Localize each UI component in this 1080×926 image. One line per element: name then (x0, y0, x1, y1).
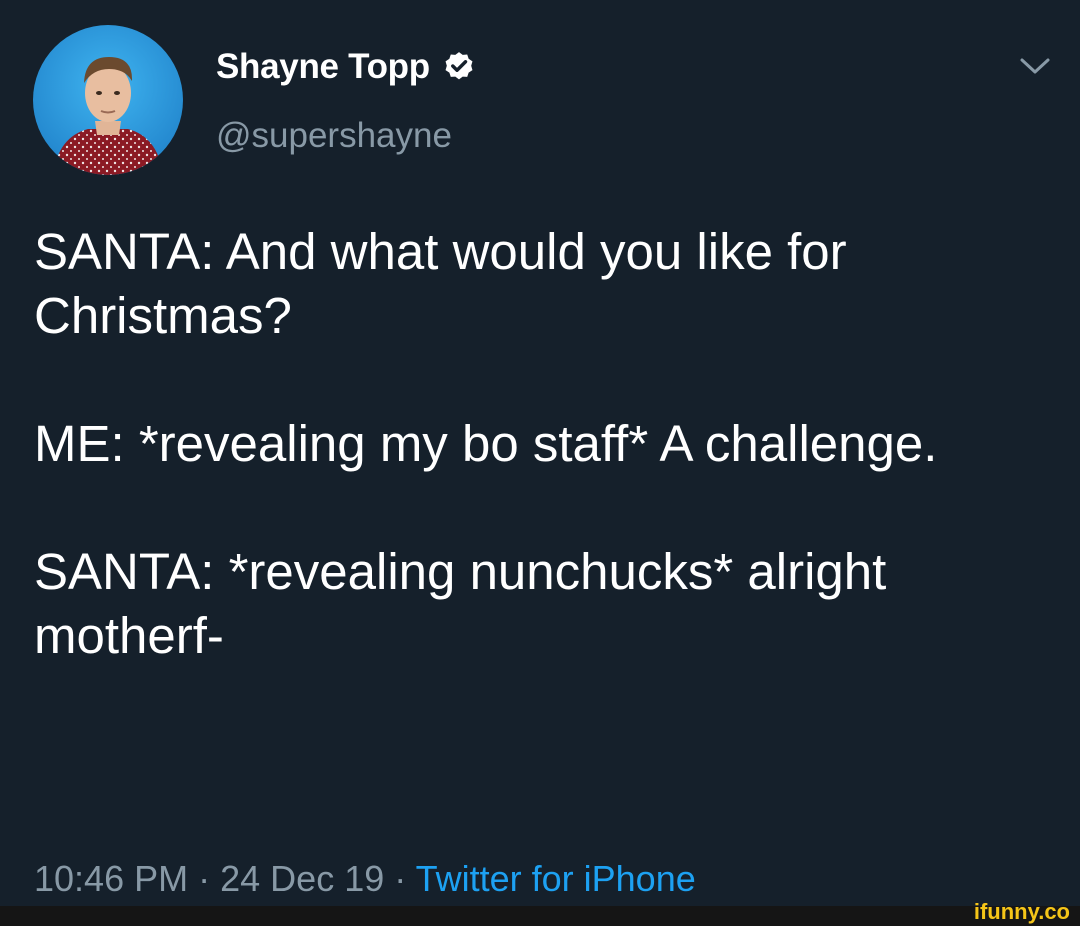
display-name-text: Shayne Topp (216, 47, 430, 86)
tweet-date[interactable]: 24 Dec 19 (220, 858, 384, 899)
user-handle[interactable]: @supershayne (216, 116, 452, 156)
svg-text:ifunny.co: ifunny.co (974, 899, 1070, 924)
tweet-card: Shayne Topp @supershayne SANTA: And what… (0, 0, 1080, 906)
verified-badge-icon (442, 50, 476, 84)
tweet-metadata: 10:46 PM · 24 Dec 19 · Twitter for iPhon… (34, 858, 696, 900)
tweet-paragraph: SANTA: And what would you like for Chris… (34, 223, 847, 344)
tweet-paragraph: SANTA: *revealing nunchucks* alright mot… (34, 543, 887, 664)
avatar[interactable] (33, 25, 183, 175)
ifunny-watermark-logo: ifunny.co (922, 897, 1072, 925)
meta-separator: · (394, 858, 407, 899)
display-name[interactable]: Shayne Topp (216, 47, 476, 87)
tweet-paragraph: ME: *revealing my bo staff* A challenge. (34, 415, 938, 472)
chevron-down-icon[interactable] (1018, 54, 1052, 78)
meta-separator: · (198, 858, 211, 899)
watermark-bar (0, 906, 1080, 926)
tweet-source-link[interactable]: Twitter for iPhone (416, 858, 696, 899)
tweet-text: SANTA: And what would you like for Chris… (34, 220, 1054, 668)
tweet-time[interactable]: 10:46 PM (34, 858, 188, 899)
